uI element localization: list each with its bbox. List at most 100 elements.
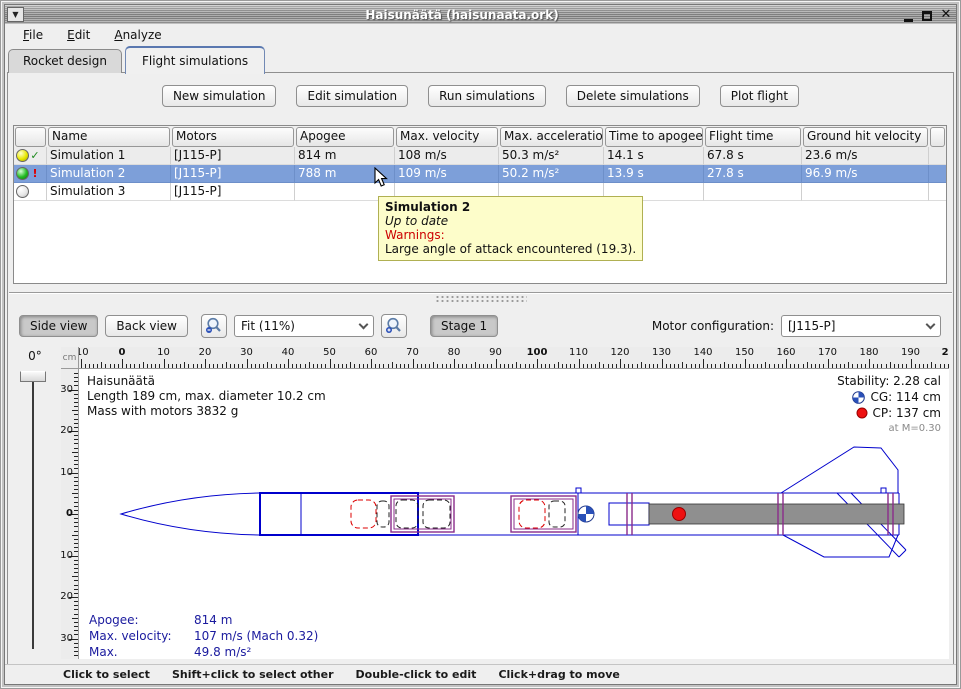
rocket-diagram: 0° cm -100102030405060708090100110120130…	[9, 347, 949, 659]
cell-filler	[929, 147, 946, 165]
status-uptodate-icon	[16, 149, 29, 162]
view-toolbar: Side view Back view Fit (11%)	[13, 311, 947, 341]
zoom-select-value: Fit (11%)	[241, 319, 295, 333]
maximize-button[interactable]	[919, 7, 935, 22]
table-row[interactable]: ✓Simulation 1[J115-P]814 m108 m/s50.3 m/…	[14, 147, 946, 165]
tooltip-status: Up to date	[385, 214, 636, 228]
motor-configuration-select[interactable]: [J115-P]	[781, 315, 941, 337]
flight-results: Apogee:814 mMax. velocity:107 m/s (Mach …	[89, 612, 318, 659]
close-icon: ✕	[941, 7, 952, 22]
cell-ground-hit-velocity	[802, 183, 929, 201]
tooltip-title: Simulation 2	[385, 200, 636, 214]
back-view-button[interactable]: Back view	[105, 315, 188, 337]
cell-max-acceleration: 50.2 m/s²	[499, 165, 604, 183]
motor-configuration-label: Motor configuration:	[652, 319, 774, 333]
hint-text: Shift+click to select other	[172, 668, 334, 681]
column-header-flight-time[interactable]: Flight time	[705, 127, 801, 147]
title-bar[interactable]: ▼ Haisunäätä (haisunaata.ork) ✕	[5, 5, 956, 24]
rotation-slider[interactable]	[20, 371, 46, 382]
check-icon: ✓	[30, 149, 40, 162]
cg-marker	[578, 506, 594, 522]
exclaim-icon: !	[30, 167, 40, 180]
cell-filler	[929, 165, 946, 183]
tab-rocket-design[interactable]: Rocket design	[8, 49, 122, 73]
tab-flight-simulations[interactable]: Flight simulations	[125, 46, 265, 74]
splitter-line	[9, 292, 952, 294]
stage-1-toggle[interactable]: Stage 1	[430, 315, 498, 337]
flight-simulations-panel: New simulation Edit simulation Run simulat…	[7, 72, 954, 683]
column-header-apogee[interactable]: Apogee	[296, 127, 394, 147]
tab-bar: Rocket designFlight simulations	[8, 46, 268, 73]
cell-flight-time	[704, 183, 802, 201]
column-header-max-velocity[interactable]: Max. velocity	[396, 127, 498, 147]
cell-flight-time: 27.8 s	[704, 165, 802, 183]
cell-motors: [J115-P]	[171, 147, 295, 165]
run-simulations-button[interactable]: Run simulations	[428, 85, 546, 107]
cell-name: Simulation 2	[47, 165, 171, 183]
tooltip-warning-text: Large angle of attack encountered (19.3)…	[385, 242, 636, 256]
hint-text: Click+drag to move	[498, 668, 619, 681]
cell-apogee: 788 m	[295, 165, 395, 183]
hint-text: Double-click to edit	[356, 668, 477, 681]
column-header-motors[interactable]: Motors	[172, 127, 294, 147]
column-header-time-to-apogee[interactable]: Time to apogee	[605, 127, 703, 147]
menu-file[interactable]: File	[13, 26, 53, 44]
cp-marker	[673, 508, 686, 521]
cell-max-acceleration: 50.3 m/s²	[499, 147, 604, 165]
window-menu-icon[interactable]: ▼	[7, 7, 24, 22]
zoom-in-button[interactable]	[381, 314, 407, 338]
simulation-actions: New simulation Edit simulation Run simulat…	[8, 85, 953, 107]
motor-configuration-value: [J115-P]	[788, 319, 835, 333]
application-window: ▼ Haisunäätä (haisunaata.ork) ✕ FileEdit…	[0, 0, 961, 689]
cell-apogee: 814 m	[295, 147, 395, 165]
zoom-select[interactable]: Fit (11%)	[234, 315, 374, 337]
tooltip-warnings-label: Warnings:	[385, 228, 636, 242]
column-header-ground-hit-velocity[interactable]: Ground hit velocity	[803, 127, 928, 147]
cell-motors: [J115-P]	[171, 183, 295, 201]
column-header-max-acceleration[interactable]: Max. acceleration	[500, 127, 603, 147]
zoom-out-button[interactable]	[201, 314, 227, 338]
maximize-icon	[922, 11, 932, 21]
status-notrun-icon	[16, 185, 29, 198]
chevron-down-icon	[926, 319, 936, 329]
column-header-status[interactable]	[15, 127, 46, 147]
menu-bar: FileEditAnalyze	[5, 24, 956, 45]
cell-ground-hit-velocity: 23.6 m/s	[802, 147, 929, 165]
menu-edit[interactable]: Edit	[57, 26, 100, 44]
cell-name: Simulation 3	[47, 183, 171, 201]
minimize-button[interactable]	[900, 7, 916, 22]
rotation-slider-track	[32, 379, 34, 649]
edit-simulation-button[interactable]: Edit simulation	[296, 85, 408, 107]
horizontal-ruler: -100102030405060708090100110120130140150…	[79, 347, 949, 369]
hint-bar: Click to select Shift+click to select oth…	[5, 664, 956, 684]
zoom-out-icon	[204, 316, 224, 336]
column-header-filler	[930, 127, 945, 147]
delete-simulations-button[interactable]: Delete simulations	[566, 85, 700, 107]
table-row[interactable]: !Simulation 2[J115-P]788 m109 m/s50.2 m/…	[14, 165, 946, 183]
table-header-row: NameMotorsApogeeMax. velocityMax. accele…	[14, 126, 946, 147]
cell-time-to-apogee: 13.9 s	[604, 165, 704, 183]
chevron-down-icon	[359, 319, 369, 329]
simulation-tooltip: Simulation 2 Up to date Warnings: Large …	[378, 196, 643, 261]
splitter-handle[interactable]	[435, 295, 527, 302]
rocket-canvas[interactable]: HaisunäätäLength 189 cm, max. diameter 1…	[79, 369, 949, 659]
status-cell	[14, 183, 47, 201]
menu-analyze[interactable]: Analyze	[104, 26, 171, 44]
hint-text: Click to select	[63, 668, 150, 681]
window-title: Haisunäätä (haisunaata.ork)	[24, 8, 900, 22]
result-row: Max. acceleration:49.8 m/s²	[89, 644, 318, 659]
result-row: Apogee:814 m	[89, 612, 318, 628]
cell-ground-hit-velocity: 96.9 m/s	[802, 165, 929, 183]
cell-max-velocity: 108 m/s	[395, 147, 499, 165]
zoom-in-icon	[384, 316, 404, 336]
cell-filler	[929, 183, 946, 201]
column-header-name[interactable]: Name	[48, 127, 170, 147]
rotation-angle-label: 0°	[13, 349, 57, 367]
close-button[interactable]: ✕	[938, 7, 954, 22]
new-simulation-button[interactable]: New simulation	[162, 85, 277, 107]
cell-motors: [J115-P]	[171, 165, 295, 183]
plot-flight-button[interactable]: Plot flight	[720, 85, 799, 107]
ruler-unit-label: cm	[61, 347, 79, 369]
cell-time-to-apogee: 14.1 s	[604, 147, 704, 165]
side-view-button[interactable]: Side view	[19, 315, 98, 337]
